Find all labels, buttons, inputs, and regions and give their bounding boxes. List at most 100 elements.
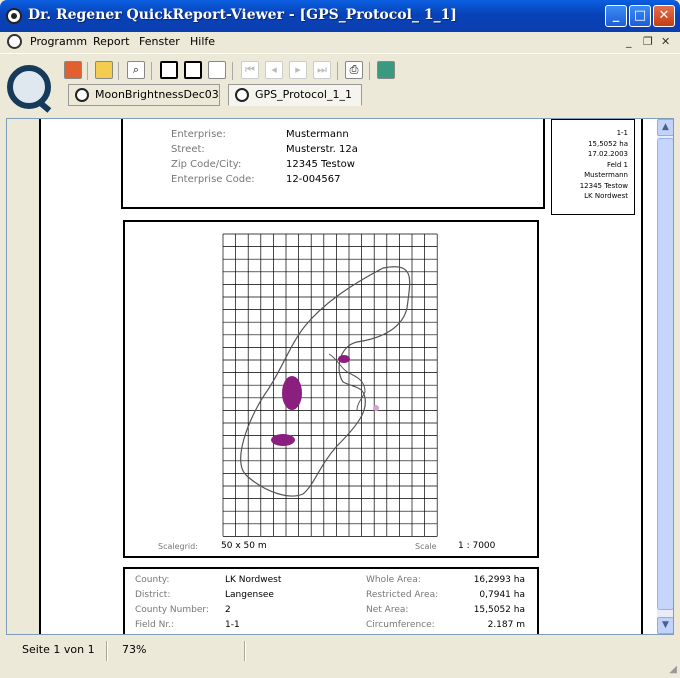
mdi-restore-button[interactable]: ❐ [643,35,653,48]
separator [244,641,246,661]
enterprise-box: Enterprise: Street: Zip Code/City: Enter… [121,118,545,209]
whole-area-label: Whole Area: [366,575,421,585]
field-area: 15,5052 ha [552,139,628,150]
field-city: 12345 Testow [552,181,628,192]
restricted-area [282,376,302,410]
window-title: Dr. Regener QuickReport-Viewer - [GPS_Pr… [28,7,457,23]
page-margin [7,119,39,635]
menu-report[interactable]: Report [93,35,129,48]
separator [87,62,88,80]
separator [118,62,119,80]
report-viewport[interactable]: Enterprise: Street: Zip Code/City: Enter… [6,118,674,635]
separator [151,62,152,80]
field-county: LK Nordwest [552,191,628,202]
menu-programm[interactable]: Programm [30,35,87,48]
tab-gps-protocol[interactable]: GPS_Protocol_1_1 [228,84,362,106]
report-page: Enterprise: Street: Zip Code/City: Enter… [39,119,643,635]
scale-value: 1 : 7000 [458,541,495,551]
report-icon [235,88,249,102]
restricted-area-value: 0,7941 ha [455,590,525,600]
menu-fenster[interactable]: Fenster [139,35,180,48]
menu-bar: Programm Report Fenster Hilfe _ ❐ ✕ [0,32,680,52]
title-bar: Dr. Regener QuickReport-Viewer - [GPS_Pr… [0,0,680,32]
close-button[interactable]: ✕ [653,5,675,27]
map-box: Scalegrid: 50 x 50 m Scale 1 : 7000 [123,220,539,558]
circumference-label: Circumference: [366,620,435,630]
restricted-area [373,405,379,411]
restricted-area-label: Restricted Area: [366,590,438,600]
scroll-thumb[interactable] [657,138,674,610]
enterprise-code-value: 12-004567 [286,174,341,185]
last-page-icon[interactable]: ⏭ [313,61,331,79]
page-indicator: Seite 1 von 1 [22,643,95,656]
separator [106,641,108,661]
restricted-area [271,434,295,446]
report-icon [75,88,89,102]
street-label: Street: [171,144,205,155]
scroll-down-button[interactable]: ▼ [657,617,674,634]
whole-page-icon[interactable] [160,61,178,79]
tab-moonbrightnessdec03[interactable]: MoonBrightnessDec03 [68,84,220,106]
scalegrid-value: 50 x 50 m [221,541,267,551]
status-bar: Seite 1 von 1 73% ◢ [0,637,680,678]
tab-label: GPS_Protocol_1_1 [255,88,352,101]
county-number-label: County Number: [135,605,209,615]
scroll-up-button[interactable]: ▲ [657,119,674,136]
details-box: County: LK Nordwest District: Langensee … [123,567,539,635]
district-value: Langensee [225,590,274,600]
toolbar: ⌕ ⏮ ◂ ▸ ⏭ ⎙ MoonBrightnessDec03 GPS_Prot… [0,53,680,115]
resize-grip[interactable]: ◢ [669,664,677,675]
scale-grid [223,234,437,536]
full-size-icon[interactable] [208,61,226,79]
separator [232,62,233,80]
mdi-minimize-button[interactable]: _ [626,35,632,48]
settings-icon[interactable] [377,61,395,79]
zip-city-label: Zip Code/City: [171,159,241,170]
field-nr-value: 1-1 [225,620,240,630]
scalegrid-label: Scalegrid: [158,542,198,551]
separator [369,62,370,80]
mdi-close-button[interactable]: ✕ [661,35,670,48]
net-area-label: Net Area: [366,605,408,615]
county-number-value: 2 [225,605,231,615]
export-icon[interactable] [64,61,82,79]
circumference-value: 2.187 m [455,620,525,630]
document-icon[interactable] [7,34,22,49]
tab-label: MoonBrightnessDec03 [95,88,219,101]
county-label: County: [135,575,169,585]
field-summary-box: 1-1 15,5052 ha 17.02.2003 Feld 1 Musterm… [551,119,635,215]
next-page-icon[interactable]: ▸ [289,61,307,79]
enterprise-code-label: Enterprise Code: [171,174,255,185]
app-icon[interactable] [6,8,22,24]
page-width-icon[interactable] [184,61,202,79]
enterprise-label: Enterprise: [171,129,226,140]
net-area-value: 15,5052 ha [455,605,525,615]
quickreport-logo [7,65,51,109]
zip-city-value: 12345 Testow [286,159,355,170]
field-owner: Mustermann [552,170,628,181]
field-nr-label: Field Nr.: [135,620,174,630]
field-boundary [241,267,410,496]
open-folder-icon[interactable] [95,61,113,79]
zoom-level: 73% [122,643,146,656]
restricted-area [338,355,350,363]
minimize-button[interactable]: _ [605,5,627,27]
field-number: 1-1 [552,128,628,139]
print-icon[interactable]: ⎙ [345,61,363,79]
county-value: LK Nordwest [225,575,281,585]
field-name: Feld 1 [552,160,628,171]
whole-area-value: 16,2993 ha [455,575,525,585]
menu-hilfe[interactable]: Hilfe [190,35,215,48]
street-value: Musterstr. 12a [286,144,358,155]
field-map [125,222,537,556]
enterprise-value: Mustermann [286,129,349,140]
first-page-icon[interactable]: ⏮ [241,61,259,79]
prev-page-icon[interactable]: ◂ [265,61,283,79]
scale-label: Scale [415,542,437,551]
zoom-icon[interactable]: ⌕ [127,61,145,79]
field-date: 17.02.2003 [552,149,628,160]
district-label: District: [135,590,170,600]
maximize-button[interactable]: □ [629,5,651,27]
vertical-scrollbar[interactable]: ▲ ▼ [657,119,674,635]
separator [337,62,338,80]
